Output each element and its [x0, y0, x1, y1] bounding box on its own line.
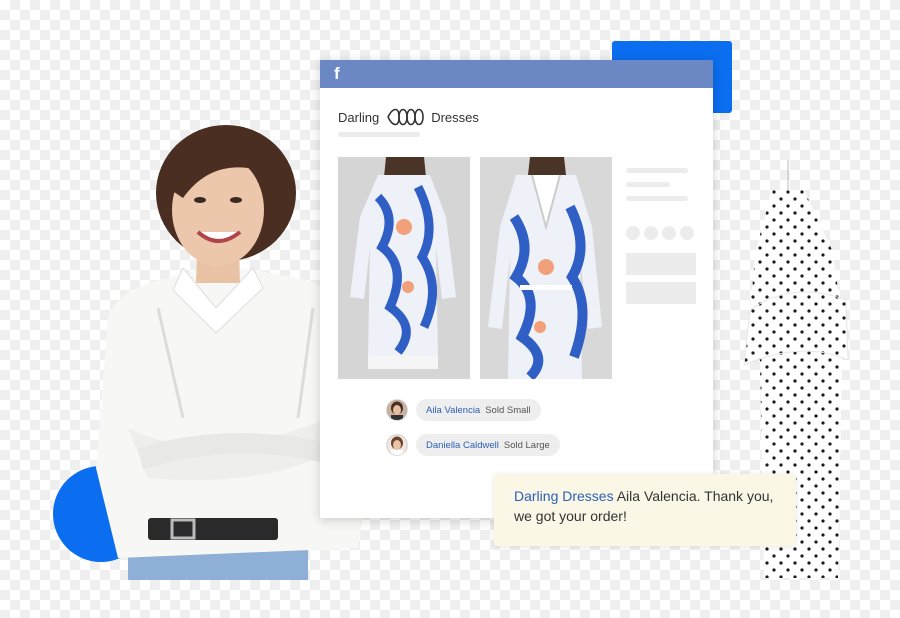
reply-message: Darling Dresses Aila Valencia. Thank you… — [494, 474, 796, 546]
text-placeholder — [626, 196, 688, 201]
text-placeholder — [338, 132, 420, 137]
comment-row[interactable]: Aila Valencia Sold Small — [386, 399, 541, 421]
dress-photo-front[interactable] — [480, 157, 612, 379]
brand-name-second: Dresses — [431, 109, 479, 125]
reaction-placeholders — [626, 226, 694, 240]
commenter-name[interactable]: Daniella Caldwell — [426, 440, 499, 451]
comment-bubble: Daniella Caldwell Sold Large — [416, 434, 560, 456]
text-placeholder — [626, 168, 688, 173]
comment-text: Sold Small — [485, 404, 531, 416]
avatar — [386, 434, 408, 456]
block-placeholder — [626, 253, 696, 275]
brand-name-first: Darling — [338, 109, 380, 125]
facebook-post-card: f Darling Dresses Aila Valencia Sold Sma… — [320, 60, 713, 518]
dress-photo-back[interactable] — [338, 157, 470, 379]
brand-logo-icon — [387, 108, 424, 126]
comment-row[interactable]: Daniella Caldwell Sold Large — [386, 434, 560, 456]
brand-name: Darling Dresses — [338, 106, 479, 128]
comment-text: Sold Large — [503, 439, 550, 451]
facebook-icon: f — [334, 64, 340, 83]
commenter-name[interactable]: Aila Valencia — [426, 405, 480, 416]
reply-brand-name[interactable]: Darling Dresses — [514, 488, 614, 504]
block-placeholder — [626, 282, 696, 304]
avatar — [386, 399, 408, 421]
facebook-header-bar: f — [320, 60, 713, 88]
text-placeholder — [626, 182, 670, 187]
comment-bubble: Aila Valencia Sold Small — [416, 399, 541, 421]
